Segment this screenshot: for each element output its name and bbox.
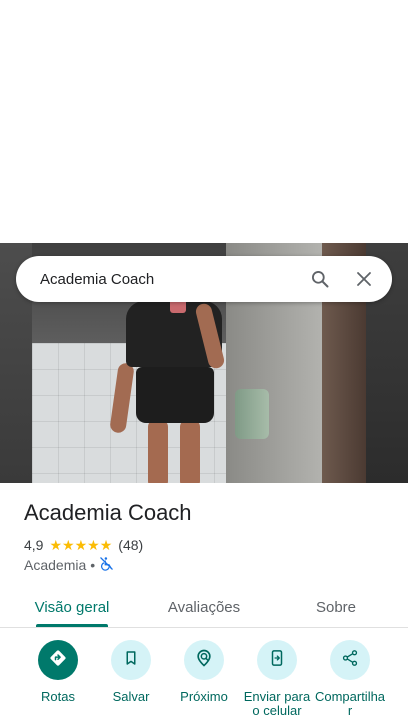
nearby-icon (194, 648, 214, 673)
search-icon[interactable] (298, 257, 342, 301)
active-tab-indicator (36, 624, 108, 627)
search-bar[interactable]: Academia Coach (16, 256, 392, 302)
nearby-label: Próximo (180, 689, 228, 704)
tab-overview[interactable]: Visão geral (24, 586, 120, 628)
send-to-phone-button[interactable]: Enviar para o celular (237, 640, 317, 718)
category-row: Academia • (24, 556, 114, 574)
place-category: Academia (24, 557, 87, 573)
star-rating: ★ ★ ★ ★ ★ (49, 538, 112, 552)
star-icon: ★ (62, 537, 75, 553)
send-to-phone-label: Enviar para o celular (243, 689, 311, 718)
save-label: Salvar (112, 689, 150, 704)
directions-button[interactable]: Rotas (18, 640, 98, 704)
action-buttons: Rotas Salvar Próximo Enviar para o celul… (0, 640, 408, 726)
star-icon: ★ (87, 537, 100, 553)
star-icon: ★ (99, 537, 113, 553)
separator-dot: • (90, 557, 96, 573)
place-title: Academia Coach (24, 500, 192, 525)
share-label: Compartilhar (314, 689, 386, 718)
rating-value: 4,9 (24, 537, 44, 553)
no-wheelchair-access-icon (99, 556, 114, 574)
tab-about[interactable]: Sobre (304, 586, 368, 628)
nearby-button[interactable]: Próximo (164, 640, 244, 704)
send-to-phone-icon (268, 649, 286, 672)
save-button[interactable]: Salvar (91, 640, 171, 704)
share-button[interactable]: Compartilhar (310, 640, 390, 718)
close-icon[interactable] (342, 257, 386, 301)
directions-icon (48, 648, 68, 673)
directions-label: Rotas (41, 689, 75, 704)
star-icon: ★ (74, 537, 88, 553)
search-input[interactable]: Academia Coach (40, 271, 298, 288)
map-blank-area (0, 0, 408, 243)
place-tabs: Visão geral Avaliações Sobre (0, 586, 408, 628)
tab-reviews[interactable]: Avaliações (158, 586, 250, 628)
bookmark-icon (122, 649, 140, 672)
rating-row[interactable]: 4,9 ★ ★ ★ ★ ★ (48) (24, 536, 143, 554)
share-icon (341, 649, 359, 672)
star-icon: ★ (49, 537, 63, 553)
review-count: (48) (118, 537, 144, 553)
